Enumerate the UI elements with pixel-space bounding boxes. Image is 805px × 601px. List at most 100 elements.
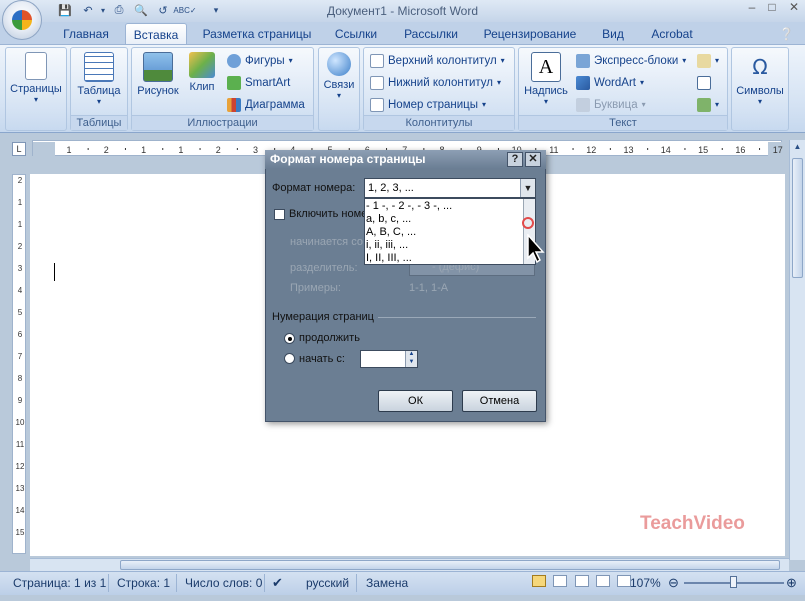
chart-button[interactable]: Диаграмма xyxy=(227,96,305,114)
tab-insert[interactable]: Вставка xyxy=(125,23,187,45)
signature-line-button[interactable]: ▾ xyxy=(697,52,719,70)
print-layout-icon[interactable] xyxy=(532,575,546,587)
datetime-button[interactable] xyxy=(697,74,711,92)
table-icon xyxy=(84,52,114,82)
page-number-icon xyxy=(370,98,384,112)
spin-down-icon[interactable]: ▼ xyxy=(405,359,417,367)
clip-label: Клип xyxy=(189,81,215,93)
save-icon[interactable]: 💾 xyxy=(57,2,73,18)
table-button[interactable]: Таблица ▾ xyxy=(72,52,126,106)
hscroll-thumb[interactable] xyxy=(120,560,780,570)
ruler-tick xyxy=(87,148,89,150)
tab-mailings[interactable]: Рассылки xyxy=(397,23,465,45)
footer-label: Нижний колонтитул xyxy=(388,77,493,89)
spell-icon[interactable]: ABC✓ xyxy=(173,2,196,18)
vertical-ruler-number: 13 xyxy=(16,484,25,493)
maximize-button[interactable]: □ xyxy=(762,0,782,16)
textbox-button[interactable]: A Надпись ▾ xyxy=(521,52,571,106)
full-screen-icon[interactable] xyxy=(553,575,568,587)
tab-view[interactable]: Вид xyxy=(595,23,631,45)
zoom-out-icon[interactable]: ⊖ xyxy=(668,575,679,591)
office-logo-icon xyxy=(12,10,32,30)
format-option[interactable]: i, ii, iii, ... xyxy=(366,239,408,252)
vertical-ruler-number: 5 xyxy=(18,308,23,317)
scroll-thumb[interactable] xyxy=(792,158,803,278)
dropcap-button[interactable]: Буквица ▾ xyxy=(576,96,646,114)
picture-button[interactable]: Рисунок xyxy=(134,52,182,97)
view-buttons[interactable] xyxy=(532,575,632,591)
vertical-ruler[interactable]: 2 1 1 2 3 4 5 6 7 8 9 10 11 12 13 14 15 xyxy=(12,174,26,554)
dialog-help-button[interactable]: ? xyxy=(507,152,523,167)
zoom-slider-thumb[interactable] xyxy=(730,576,737,588)
undo-dropdown-icon[interactable]: ▾ xyxy=(95,2,111,18)
chevron-down-icon: ▾ xyxy=(715,100,720,109)
start-at-spinner[interactable]: ▲ ▼ xyxy=(360,350,418,368)
redo-icon[interactable]: ↺ xyxy=(155,2,171,18)
dialog-close-button[interactable]: ✕ xyxy=(525,152,541,167)
format-option[interactable]: A, B, C, ... xyxy=(366,226,416,239)
wordart-button[interactable]: WordArt ▾ xyxy=(576,74,644,92)
zoom-level[interactable]: 107% xyxy=(630,575,661,591)
format-option[interactable]: a, b, c, ... xyxy=(366,213,411,226)
tab-home[interactable]: Главная xyxy=(55,23,117,45)
shapes-button[interactable]: Фигуры ▾ xyxy=(227,52,293,70)
tab-review[interactable]: Рецензирование xyxy=(478,23,582,45)
ok-button[interactable]: ОК xyxy=(378,390,453,412)
outline-icon[interactable] xyxy=(596,575,611,587)
format-option[interactable]: - 1 -, - 2 -, - 3 -, ... xyxy=(366,200,452,213)
links-button[interactable]: Связи ▾ xyxy=(319,52,359,100)
links-label: Связи xyxy=(323,79,355,91)
status-mode[interactable]: Замена xyxy=(366,575,408,591)
format-label: Формат номера: xyxy=(272,182,356,194)
quickparts-button[interactable]: Экспресс-блоки ▾ xyxy=(576,52,686,70)
undo-icon[interactable]: ↶ xyxy=(80,2,96,18)
clip-button[interactable]: Клип xyxy=(184,52,220,93)
tab-references[interactable]: Ссылки xyxy=(328,23,384,45)
cancel-button[interactable]: Отмена xyxy=(462,390,537,412)
start-at-radio[interactable] xyxy=(284,353,295,364)
textbox-label: Надпись xyxy=(524,85,568,97)
continue-radio[interactable] xyxy=(284,333,295,344)
office-button[interactable] xyxy=(2,0,42,40)
spin-up-icon[interactable]: ▲ xyxy=(405,351,417,359)
minimize-button[interactable]: – xyxy=(742,0,762,16)
ruler-number: 15 xyxy=(698,145,708,155)
spellcheck-status-icon[interactable]: ✔ xyxy=(272,575,283,591)
page-number-button[interactable]: Номер страницы ▾ xyxy=(370,96,486,114)
ruler-tick xyxy=(647,148,649,150)
vertical-scrollbar[interactable]: ▲ xyxy=(789,140,805,560)
web-layout-icon[interactable] xyxy=(574,575,589,587)
chart-label: Диаграмма xyxy=(245,99,305,111)
ruler-tick xyxy=(162,148,164,150)
status-line[interactable]: Строка: 1 xyxy=(117,575,170,591)
format-option[interactable]: I, II, III, ... xyxy=(366,252,412,265)
watermark-logo: TeachVideo xyxy=(640,513,745,534)
tab-page-layout[interactable]: Разметка страницы xyxy=(199,23,315,45)
clipart-icon xyxy=(189,52,215,78)
zoom-in-icon[interactable]: ⊕ xyxy=(786,575,797,591)
close-button[interactable]: ✕ xyxy=(784,0,804,16)
footer-button[interactable]: Нижний колонтитул ▾ xyxy=(370,74,501,92)
number-format-select[interactable]: 1, 2, 3, ... xyxy=(364,178,536,198)
pages-button[interactable]: Страницы ▾ xyxy=(8,52,64,104)
dropdown-arrow-icon[interactable]: ▼ xyxy=(520,179,535,197)
tab-acrobat[interactable]: Acrobat xyxy=(644,23,700,45)
object-button[interactable]: ▾ xyxy=(697,96,719,114)
omega-icon: Ω xyxy=(752,55,768,79)
shapes-icon xyxy=(227,54,241,68)
status-word-count[interactable]: Число слов: 0 xyxy=(185,575,262,591)
header-button[interactable]: Верхний колонтитул ▾ xyxy=(370,52,505,70)
customize-qat-icon[interactable]: ▾ xyxy=(208,2,224,18)
tab-selector[interactable]: L xyxy=(12,142,26,156)
scroll-up-icon[interactable]: ▲ xyxy=(792,142,803,153)
status-page[interactable]: Страница: 1 из 1 xyxy=(13,575,106,591)
smartart-button[interactable]: SmartArt xyxy=(227,74,290,92)
horizontal-scrollbar[interactable] xyxy=(30,558,789,571)
symbols-button[interactable]: Ω Символы ▾ xyxy=(732,52,788,106)
print-icon[interactable]: ⎙ xyxy=(111,2,127,18)
include-chapter-checkbox[interactable] xyxy=(274,209,285,220)
status-language[interactable]: русский xyxy=(306,575,349,591)
preview-icon[interactable]: 🔍 xyxy=(133,2,149,18)
help-icon[interactable]: ❔ xyxy=(779,27,794,41)
vertical-ruler-number: 2 xyxy=(18,242,23,251)
